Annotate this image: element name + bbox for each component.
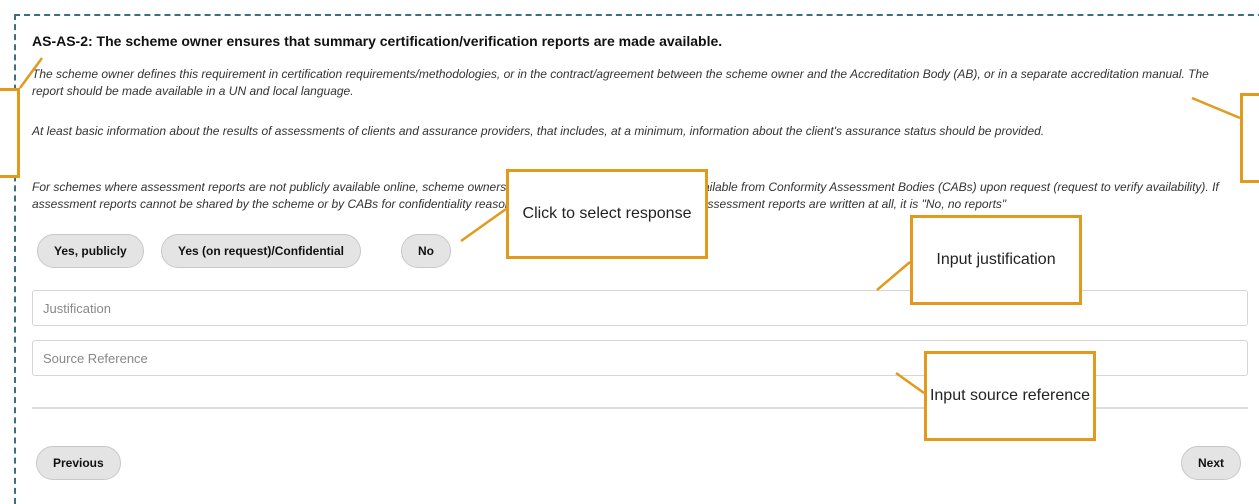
callout-input-source: Input source reference bbox=[924, 351, 1096, 441]
requirement-paragraph-1: The scheme owner defines this requiremen… bbox=[32, 67, 1209, 98]
previous-button[interactable]: Previous bbox=[36, 446, 121, 480]
yes-on-request-button[interactable]: Yes (on request)/Confidential bbox=[161, 234, 362, 268]
callout-right-edge bbox=[1240, 93, 1259, 183]
requirement-paragraph-2: At least basic information about the res… bbox=[32, 124, 1045, 138]
callout-left-edge bbox=[0, 88, 20, 178]
no-button[interactable]: No bbox=[401, 234, 451, 268]
callout-select-text: Click to select response bbox=[522, 205, 692, 222]
next-button[interactable]: Next bbox=[1181, 446, 1242, 480]
requirement-title: AS-AS-2: The scheme owner ensures that s… bbox=[32, 33, 723, 49]
yes-publicly-button[interactable]: Yes, publicly bbox=[37, 234, 144, 268]
callout-justification-text: Input justification bbox=[936, 251, 1056, 268]
callout-input-justification: Input justification bbox=[910, 215, 1082, 305]
callout-source-text: Input source reference bbox=[929, 387, 1091, 404]
callout-select-response: Click to select response bbox=[506, 169, 708, 259]
